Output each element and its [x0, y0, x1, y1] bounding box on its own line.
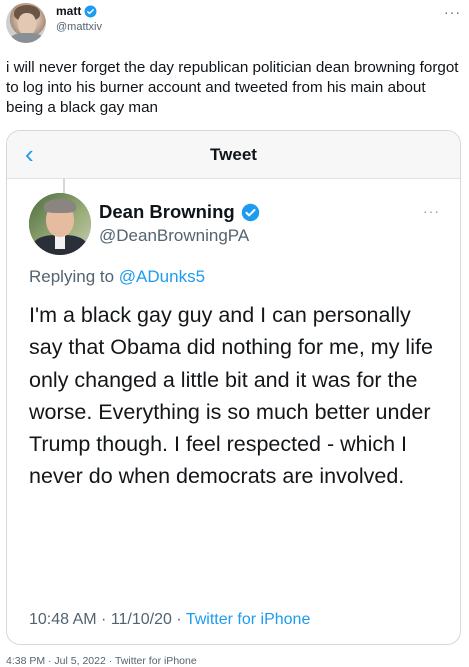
screenshot-author-name: Dean Browning [99, 201, 235, 222]
author-handle[interactable]: @mattxiv [56, 21, 102, 33]
tweet-timestamp[interactable]: 4:38 PM · Jul 5, 2022 [6, 655, 106, 667]
screenshot-tweet-text: I'm a black gay guy and I can personally… [29, 303, 433, 489]
avatar[interactable] [6, 3, 46, 43]
tweet-source[interactable]: Twitter for iPhone [115, 655, 197, 667]
tweet-text: i will never forget the day republican p… [6, 59, 459, 116]
screenshot-author-handle: @DeanBrowningPA [99, 226, 250, 245]
screenshot-author-row: Dean Browning [99, 201, 260, 223]
replying-to: Replying to @ADunks5 [29, 267, 205, 287]
author-name-row[interactable]: matt [56, 4, 97, 18]
screenshot-source: Twitter for iPhone [185, 611, 311, 628]
replying-prefix: Replying to [29, 267, 119, 286]
avatar-shirt [10, 33, 44, 43]
avatar-face [18, 13, 36, 35]
more-options-icon[interactable]: ··· [444, 4, 461, 20]
verified-badge-icon [84, 5, 97, 17]
avatar-collar [55, 235, 65, 249]
screenshot-avatar [29, 193, 91, 255]
embedded-screenshot-image[interactable]: ‹ Tweet Dean Browning @DeanBrowningPA ··… [6, 130, 461, 645]
screenshot-top-bar: ‹ Tweet [7, 131, 460, 179]
screenshot-timestamp: 10:48 AM · 11/10/20 · [29, 611, 186, 628]
avatar-hair [44, 199, 76, 213]
screenshot-title: Tweet [210, 145, 257, 164]
replying-mention: @ADunks5 [118, 267, 206, 286]
tweet-meta: 4:38 PM · Jul 5, 2022 · Twitter for iPho… [6, 655, 197, 667]
meta-separator: · [105, 655, 115, 667]
screenshot-meta: 10:48 AM · 11/10/20 · Twitter for iPhone [29, 611, 310, 629]
verified-badge-icon [241, 203, 259, 221]
more-dots-icon: ··· [423, 203, 440, 219]
thread-line [63, 179, 65, 193]
author-name[interactable]: matt [56, 4, 81, 18]
